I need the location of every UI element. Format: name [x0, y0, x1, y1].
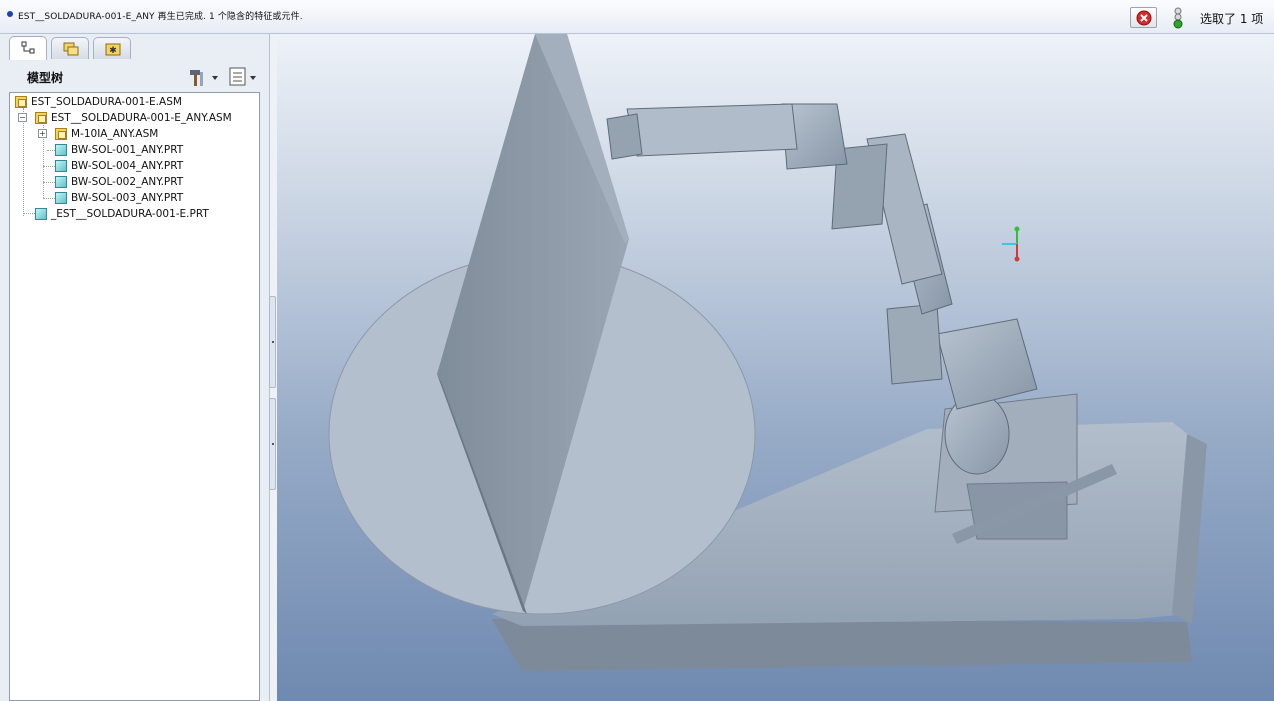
tree-connector [23, 213, 35, 214]
tree-connector [43, 166, 55, 167]
part-icon [35, 208, 47, 220]
message-bullet-icon [7, 11, 13, 17]
traffic-light-icon[interactable] [1171, 7, 1185, 29]
navigator-panel: ✱ 模型树 EST_SOLDADURA-001-E.ASM − EST__SOL… [0, 34, 270, 701]
panel-splitter-grip[interactable] [269, 296, 276, 388]
navigator-tabs: ✱ [0, 34, 270, 60]
panel-splitter-grip[interactable] [269, 398, 276, 490]
part-icon [55, 144, 67, 156]
message-text: EST__SOLDADURA-001-E_ANY 再生已完成. 1 个隐含的特征… [18, 12, 303, 22]
assembly-icon [55, 128, 67, 140]
part-icon [55, 192, 67, 204]
tree-connector [43, 198, 55, 199]
tab-favorites[interactable]: ✱ [93, 37, 131, 59]
svg-text:✱: ✱ [109, 46, 117, 56]
graphics-viewport[interactable] [277, 34, 1274, 701]
folders-icon [63, 42, 79, 56]
model-tree-title: 模型树 [27, 71, 64, 85]
model-tree-icon [21, 41, 35, 54]
message-bar: EST__SOLDADURA-001-E_ANY 再生已完成. 1 个隐含的特征… [0, 0, 1274, 34]
model-tree-header: 模型树 [0, 60, 270, 94]
model-tree: EST_SOLDADURA-001-E.ASM − EST__SOLDADURA… [9, 92, 260, 701]
assembly-icon [15, 96, 27, 108]
selection-status: 选取了 1 项 [1200, 12, 1264, 26]
collapse-toggle[interactable]: − [18, 113, 27, 122]
tree-connector [43, 182, 55, 183]
tree-connector [23, 108, 24, 216]
expand-toggle[interactable]: + [38, 129, 47, 138]
favorites-icon: ✱ [105, 43, 121, 56]
stop-icon [1136, 10, 1152, 26]
coordinate-triad-icon [1002, 226, 1020, 262]
tree-show-button[interactable] [228, 65, 262, 89]
part-icon [55, 176, 67, 188]
model-3d-view [328, 34, 1207, 671]
tree-connector [47, 150, 55, 151]
assembly-icon [35, 112, 47, 124]
hammer-settings-icon [190, 70, 218, 86]
show-list-icon [229, 67, 256, 86]
tab-folder-browser[interactable] [51, 37, 89, 59]
stop-regeneration-button[interactable] [1130, 7, 1157, 28]
tab-model-tree[interactable] [9, 36, 47, 60]
part-icon [55, 160, 67, 172]
tree-settings-button[interactable] [188, 65, 222, 89]
